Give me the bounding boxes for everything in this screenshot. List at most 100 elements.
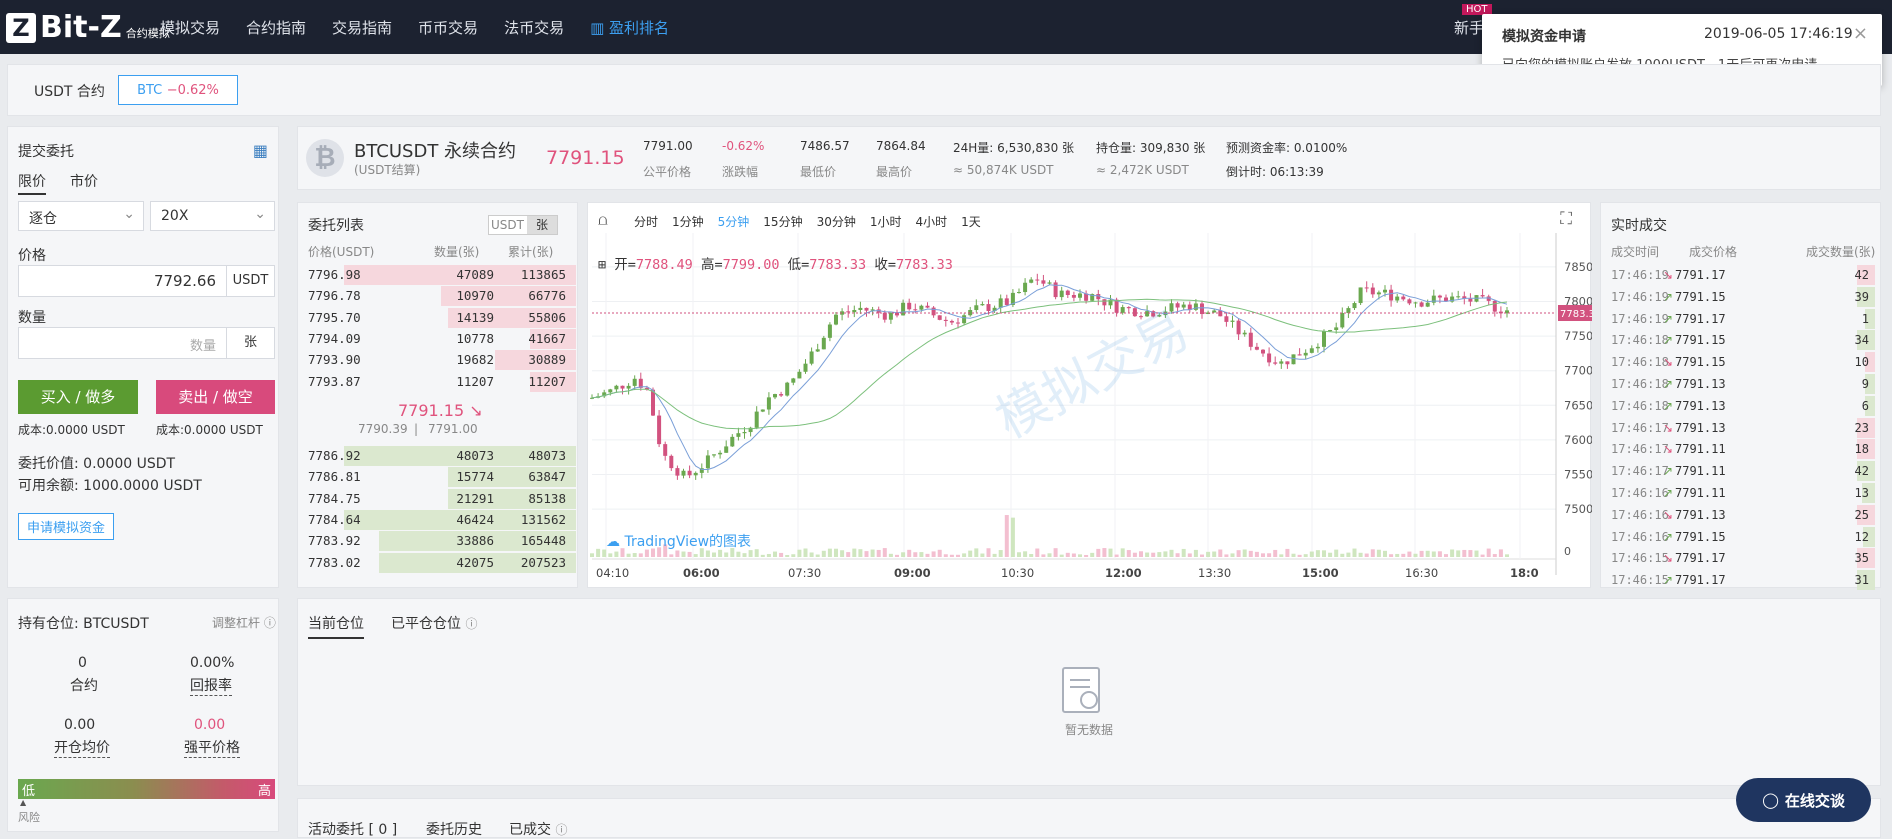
tab-btc[interactable]: BTC −0.62% [118, 75, 238, 105]
bid-row[interactable]: 7786.81 15774 63847 [298, 467, 576, 488]
volume-bar [864, 551, 869, 557]
volume-bar [1023, 551, 1028, 557]
interval-tab[interactable]: 分时 [634, 213, 658, 230]
bid-row[interactable]: 7786.92 48073 48073 [298, 446, 576, 466]
volume-bar [742, 553, 747, 557]
bid-price: 7784.64 [308, 511, 361, 527]
low-value: 7486.57 [800, 139, 850, 153]
buy-long-button[interactable]: 买入 / 做多 [18, 380, 138, 414]
ask-row[interactable]: 7796.78 10970 66776 [298, 286, 576, 307]
volume-bar [705, 550, 710, 557]
interval-tab[interactable]: 1小时 [870, 213, 902, 230]
candle-body [1315, 346, 1320, 349]
info-icon: ⓘ [263, 616, 276, 630]
interval-tab[interactable]: 4小时 [916, 213, 948, 230]
ranking-icon: ▥ [590, 19, 610, 37]
ask-row[interactable]: 7793.90 19682 30889 [298, 350, 576, 371]
arrow-down-icon: ↘ [1663, 442, 1674, 457]
volume-bar [669, 554, 674, 557]
nav-trading-guide[interactable]: 交易指南 [332, 17, 392, 38]
trade-row: 17:46:18 ↗ 7791.13 6 [1601, 395, 1879, 418]
ask-row[interactable]: 7795.70 14139 55806 [298, 307, 576, 328]
arrow-down-icon: ↘ [1663, 268, 1674, 282]
trade-row: 17:46:17 ↘ 7791.11 18 [1601, 439, 1879, 461]
ask-price: 7796.78 [308, 288, 361, 304]
nav-newbie[interactable]: 新手 [1454, 17, 1484, 38]
bid-row[interactable]: 7783.92 33886 165448 [298, 531, 576, 552]
candle-body [779, 394, 784, 396]
bitz-logo[interactable]: Z Bit-Z 合约模拟 [6, 10, 170, 45]
close-icon[interactable]: × [1853, 23, 1868, 44]
qty-input[interactable]: 数量张 [18, 327, 275, 359]
interval-tab[interactable]: 30分钟 [817, 213, 856, 230]
indicators-icon[interactable]: ⩍ [598, 211, 608, 229]
ask-row[interactable]: 7793.87 11207 11207 [298, 371, 576, 392]
calendar-icon[interactable]: ▦ [253, 141, 268, 160]
bid-qty: 21291 [456, 490, 494, 506]
nav-contract-guide[interactable]: 合约指南 [246, 17, 306, 38]
bid-qty: 42075 [456, 554, 494, 570]
trade-qty: 9 [1861, 377, 1869, 391]
price-input[interactable]: 7792.66 USDT [18, 265, 275, 297]
sell-short-button[interactable]: 卖出 / 做空 [156, 380, 275, 414]
candle-body [754, 411, 759, 428]
tab-market[interactable]: 市价 [70, 171, 98, 191]
candle-body [1456, 296, 1461, 298]
volume-bar [968, 550, 973, 557]
volume-bar [773, 551, 777, 557]
leverage-select[interactable]: 20X ⌄ [150, 201, 275, 231]
contract-last-price: 7791.15 [546, 147, 625, 169]
trade-time: 17:46:18 [1611, 355, 1669, 370]
tab-current-positions[interactable]: 当前仓位 [308, 613, 364, 639]
live-chat-button[interactable]: ◯ 在线交谈 [1736, 778, 1871, 822]
tab-limit[interactable]: 限价 [18, 171, 46, 195]
tradingview-attribution[interactable]: ☁ TradingView的图表 [606, 531, 751, 551]
fair-price-label: 公平价格 [643, 165, 692, 179]
bid-row[interactable]: 7784.64 46424 131562 [298, 509, 576, 530]
nav-fiat-trading[interactable]: 法币交易 [504, 17, 564, 38]
candle-body [1395, 296, 1400, 301]
ask-row[interactable]: 7794.09 10778 41667 [298, 328, 576, 349]
interval-tab[interactable]: 15分钟 [763, 213, 802, 230]
trade-price: 7791.13 [1675, 420, 1726, 435]
nav-coin-trading[interactable]: 币币交易 [418, 17, 478, 38]
candle-body [632, 378, 637, 386]
interval-tab[interactable]: 5分钟 [718, 213, 750, 230]
nav-profit-ranking[interactable]: ▥ 盈利排名 [590, 17, 669, 38]
tab-order-history[interactable]: 委托历史 [426, 819, 482, 839]
volume-bar [1383, 550, 1387, 557]
high-label: 高= [700, 257, 723, 273]
adjust-leverage-link[interactable]: 调整杠杆 ⓘ [212, 614, 276, 631]
unit-toggle[interactable]: USDT 张 [488, 215, 558, 235]
volume-bar [998, 550, 1003, 557]
candle-body [724, 446, 729, 453]
apply-funds-button[interactable]: 申请模拟资金 [18, 513, 115, 540]
candle-body [1279, 361, 1284, 364]
arrow-down-icon: ↘ [1663, 551, 1674, 566]
bid-row[interactable]: 7784.75 21291 85138 [298, 488, 576, 509]
unit-usdt[interactable]: USDT [491, 218, 524, 232]
margin-mode-select[interactable]: 逐仓 ⌄ [18, 201, 144, 231]
ask-price: 7796.98 [308, 267, 361, 282]
tab-active-orders[interactable]: 活动委托 [ 0 ] [308, 819, 397, 839]
price-value: 7792.66 [153, 272, 216, 290]
volume-bar [1419, 550, 1424, 557]
ohlc-legend: ⊞ 开=7788.49 高=7799.00 低=7783.33 收=7783.3… [598, 253, 953, 273]
volume-bar [834, 548, 838, 557]
tab-usdt-contract[interactable]: USDT 合约 [34, 81, 105, 101]
tab-closed-positions[interactable]: 已平仓仓位 ⓘ [391, 613, 477, 633]
volume-bar [1480, 554, 1485, 557]
ob-mark-price: 7790.39 [358, 422, 408, 436]
tab-filled-orders[interactable]: 已成交 ⓘ [509, 819, 567, 839]
volume-bar [766, 553, 771, 557]
interval-tab[interactable]: 1天 [961, 213, 981, 230]
volume-bar [1187, 553, 1192, 557]
unit-contract[interactable]: 张 [527, 216, 557, 234]
candle-body [949, 320, 954, 323]
interval-tab[interactable]: 1分钟 [672, 213, 704, 230]
nav-simulated-trading[interactable]: 模拟交易 [160, 17, 220, 38]
bid-row[interactable]: 7783.02 42075 207523 [298, 552, 576, 573]
arrow-up-icon: ↗ [1663, 311, 1674, 326]
fullscreen-icon[interactable]: ⛶ [1560, 209, 1572, 229]
ask-row[interactable]: 7796.98 47089 113865 [298, 265, 576, 285]
